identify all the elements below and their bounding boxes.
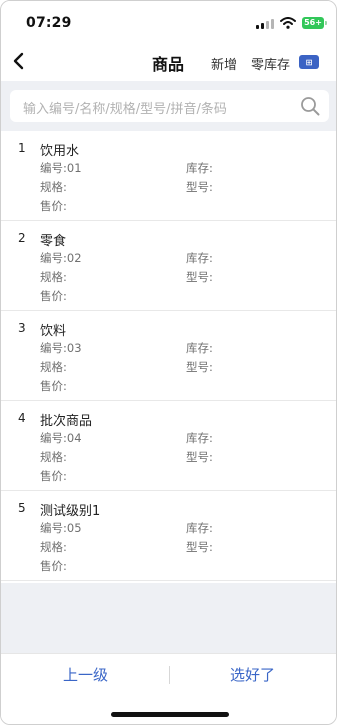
item-index: 5 bbox=[18, 501, 26, 515]
chevron-left-icon[interactable] bbox=[9, 51, 29, 71]
zero-stock-button[interactable]: 零库存 bbox=[251, 54, 290, 73]
list-item[interactable]: 4 批次商品 编号:04 库存: 规格: 型号: 售价: bbox=[1, 401, 336, 491]
nav-header: 商品 新增 零库存 ⊞ bbox=[1, 43, 336, 81]
home-indicator bbox=[111, 712, 229, 717]
search-area: 输入编号/名称/规格/型号/拼音/条码 bbox=[1, 81, 336, 131]
item-stock: 库存: bbox=[186, 521, 213, 535]
item-price: 售价: bbox=[40, 469, 67, 483]
zero-stock-toggle[interactable]: ⊞ bbox=[299, 55, 319, 69]
phone-screen: 07:29 56+ 商品 新增 零库存 ⊞ 输入编号/名称/规格/型号/拼音/条… bbox=[0, 0, 337, 725]
item-spec: 规格: bbox=[40, 360, 67, 374]
battery-icon: 56+ bbox=[302, 17, 327, 29]
done-button[interactable]: 选好了 bbox=[230, 664, 275, 685]
item-stock: 库存: bbox=[186, 341, 213, 355]
item-name: 饮料 bbox=[40, 324, 67, 339]
item-code: 编号:04 bbox=[40, 431, 82, 445]
item-spec: 规格: bbox=[40, 450, 67, 464]
item-index: 2 bbox=[18, 231, 26, 245]
status-time: 07:29 bbox=[26, 15, 72, 31]
search-placeholder: 输入编号/名称/规格/型号/拼音/条码 bbox=[23, 102, 227, 117]
parent-level-button[interactable]: 上一级 bbox=[63, 664, 108, 685]
wifi-icon bbox=[280, 17, 296, 29]
item-model: 型号: bbox=[186, 540, 213, 554]
item-name: 零食 bbox=[40, 234, 67, 249]
search-input[interactable]: 输入编号/名称/规格/型号/拼音/条码 bbox=[10, 90, 329, 122]
item-name: 批次商品 bbox=[40, 414, 93, 429]
toggle-icon: ⊞ bbox=[305, 57, 313, 67]
item-model: 型号: bbox=[186, 270, 213, 284]
product-list: 1 饮用水 编号:01 库存: 规格: 型号: 售价: 2 零食 编号:02 库… bbox=[1, 131, 336, 583]
status-bar: 07:29 56+ bbox=[1, 1, 336, 43]
item-price: 售价: bbox=[40, 289, 67, 303]
item-stock: 库存: bbox=[186, 431, 213, 445]
item-price: 售价: bbox=[40, 199, 67, 213]
item-index: 1 bbox=[18, 141, 26, 155]
item-code: 编号:03 bbox=[40, 341, 82, 355]
signal-icon bbox=[256, 17, 274, 29]
item-index: 4 bbox=[18, 411, 26, 425]
item-model: 型号: bbox=[186, 450, 213, 464]
item-model: 型号: bbox=[186, 180, 213, 194]
footer-divider bbox=[169, 666, 170, 684]
item-spec: 规格: bbox=[40, 180, 67, 194]
list-item[interactable]: 1 饮用水 编号:01 库存: 规格: 型号: 售价: bbox=[1, 131, 336, 221]
item-name: 饮用水 bbox=[40, 144, 80, 159]
item-price: 售价: bbox=[40, 559, 67, 573]
bottom-action-bar: 上一级 选好了 bbox=[1, 653, 336, 724]
page-title: 商品 bbox=[152, 55, 185, 74]
list-item[interactable]: 3 饮料 编号:03 库存: 规格: 型号: 售价: bbox=[1, 311, 336, 401]
item-code: 编号:05 bbox=[40, 521, 82, 535]
item-code: 编号:02 bbox=[40, 251, 82, 265]
new-button[interactable]: 新增 bbox=[211, 54, 237, 73]
battery-level: 56+ bbox=[304, 18, 322, 27]
item-stock: 库存: bbox=[186, 251, 213, 265]
item-spec: 规格: bbox=[40, 540, 67, 554]
item-name: 测试级别1 bbox=[40, 504, 101, 519]
item-price: 售价: bbox=[40, 379, 67, 393]
item-index: 3 bbox=[18, 321, 26, 335]
item-code: 编号:01 bbox=[40, 161, 82, 175]
list-item[interactable]: 2 零食 编号:02 库存: 规格: 型号: 售价: bbox=[1, 221, 336, 311]
search-icon[interactable] bbox=[300, 96, 320, 116]
item-stock: 库存: bbox=[186, 161, 213, 175]
empty-area bbox=[1, 583, 336, 653]
list-item[interactable]: 5 测试级别1 编号:05 库存: 规格: 型号: 售价: bbox=[1, 491, 336, 581]
status-icons: 56+ bbox=[256, 15, 327, 31]
item-spec: 规格: bbox=[40, 270, 67, 284]
item-model: 型号: bbox=[186, 360, 213, 374]
